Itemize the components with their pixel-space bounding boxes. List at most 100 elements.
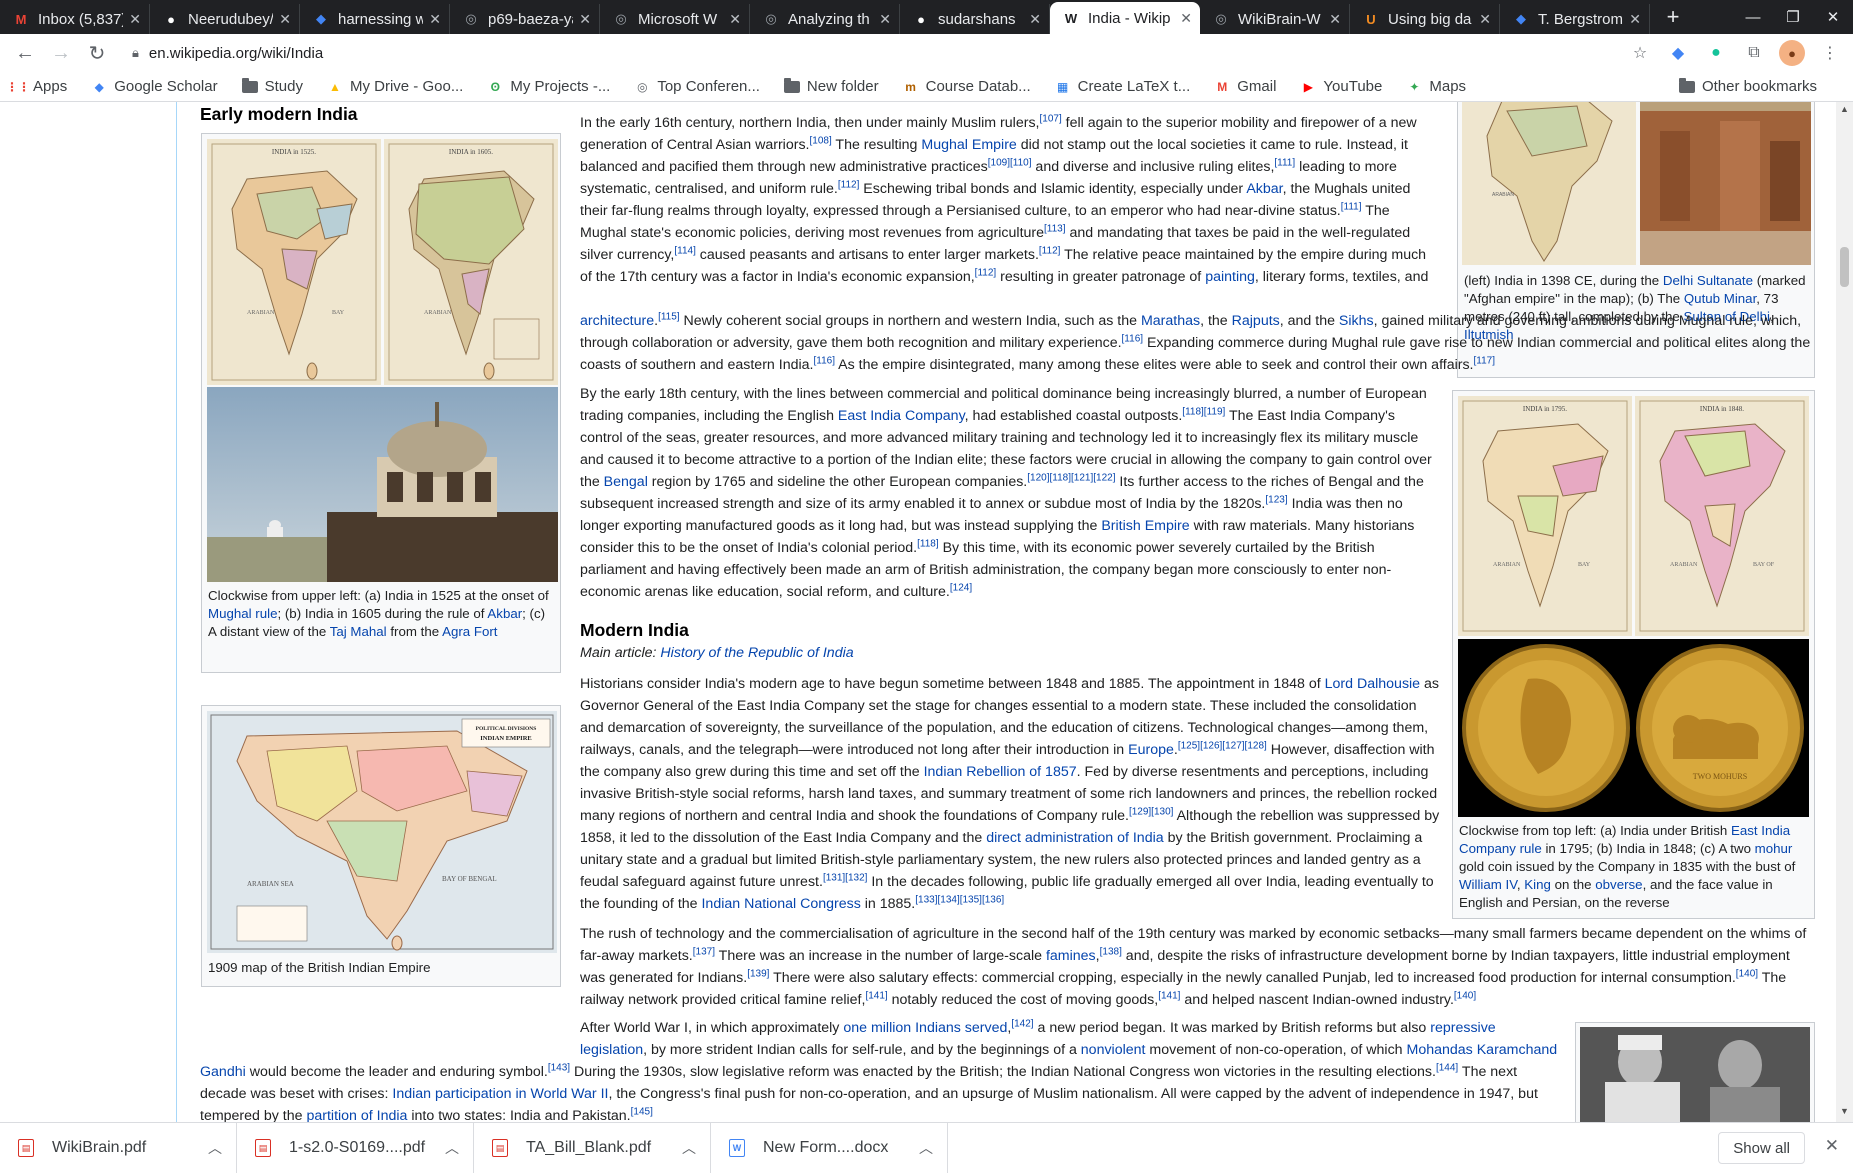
caption-link[interactable]: Akbar (487, 606, 522, 621)
map-india-1848[interactable]: INDIA in 1848. ARABIAN BAY OF (1635, 396, 1809, 636)
download-item[interactable]: W New Form....docx ︿ (711, 1123, 948, 1173)
caption-link[interactable]: mohur (1755, 841, 1793, 856)
profile-avatar[interactable]: ● (1779, 40, 1805, 66)
bookmark-item[interactable]: Study (241, 77, 303, 95)
caption-link[interactable]: Qutub Minar (1684, 291, 1756, 306)
extensions-puzzle-icon[interactable]: ⧉ (1741, 40, 1767, 66)
bookmark-item[interactable]: ✦ Maps (1406, 78, 1466, 95)
photo-two-mohur-coin[interactable]: TWO MOHURS (1458, 639, 1809, 817)
tab-close-icon[interactable]: ✕ (1629, 11, 1641, 28)
tab-close-icon[interactable]: ✕ (1329, 11, 1341, 28)
minimize-icon[interactable]: — (1733, 0, 1773, 34)
map-india-1795[interactable]: INDIA in 1795. ARABIAN BAY (1458, 396, 1632, 636)
tab-close-icon[interactable]: ✕ (1029, 11, 1041, 28)
download-item[interactable]: ▤ TA_Bill_Blank.pdf ︿ (474, 1123, 711, 1173)
chevron-up-icon[interactable]: ︿ (208, 1138, 222, 1158)
browser-tab[interactable]: ● Neerudubey/ ✕ (150, 4, 300, 34)
other-bookmarks[interactable]: Other bookmarks (1678, 77, 1817, 95)
caption-link[interactable]: Delhi Sultanate (1663, 273, 1753, 288)
link-lord-dalhousie[interactable]: Lord Dalhousie (1325, 676, 1420, 692)
link-indian-rebellion-1857[interactable]: Indian Rebellion of 1857 (924, 764, 1077, 780)
link-mughal-empire[interactable]: Mughal Empire (921, 137, 1016, 153)
map-india-1605[interactable]: INDIA in 1605. ARABIAN (384, 139, 558, 385)
tab-close-icon[interactable]: ✕ (279, 11, 291, 28)
caption-link[interactable]: obverse (1595, 877, 1642, 892)
link-indian-national-congress[interactable]: Indian National Congress (701, 896, 860, 912)
browser-tab[interactable]: ◎ p69-baeza-ya ✕ (450, 4, 600, 34)
link-bengal[interactable]: Bengal (604, 474, 648, 490)
map-british-indian-empire-1909[interactable]: POLITICAL DIVISIONS INDIAN EMPIRE ARABIA… (207, 711, 557, 953)
link-mohandas-karamchand[interactable]: Mohandas Karamchand (1407, 1042, 1558, 1058)
download-item[interactable]: ▤ WikiBrain.pdf ︿ (0, 1123, 237, 1173)
link-marathas[interactable]: Marathas (1141, 313, 1200, 329)
browser-tab[interactable]: ◎ WikiBrain-W ✕ (1200, 4, 1350, 34)
address-bar[interactable]: 🔒︎ en.wikipedia.org/wiki/India (118, 38, 1617, 68)
page-scrollbar[interactable]: ▲ ▼ (1836, 102, 1853, 1122)
tab-close-icon[interactable]: ✕ (429, 11, 441, 28)
link-one-million-indians[interactable]: one million Indians served (843, 1020, 1007, 1036)
photo-qutub-minar-ruins[interactable] (1640, 102, 1811, 265)
browser-tab[interactable]: U Using big da ✕ (1350, 4, 1500, 34)
browser-tab[interactable]: M Inbox (5,837) ✕ (0, 4, 150, 34)
caption-link[interactable]: Mughal rule (208, 606, 277, 621)
new-tab-button[interactable]: + (1658, 2, 1688, 32)
link-sikhs[interactable]: Sikhs (1339, 313, 1374, 329)
close-window-icon[interactable]: ✕ (1813, 0, 1853, 34)
lock-icon[interactable]: 🔒︎ (132, 45, 139, 61)
link-europe[interactable]: Europe (1128, 742, 1174, 758)
close-shelf-icon[interactable]: ✕ (1825, 1136, 1839, 1156)
browser-tab[interactable]: ◆ T. Bergstrom ✕ (1500, 4, 1650, 34)
link-rajputs[interactable]: Rajputs (1232, 313, 1280, 329)
scroll-up-icon[interactable]: ▲ (1836, 104, 1853, 118)
extension-scholar-icon[interactable]: ◆ (1665, 40, 1691, 66)
tab-close-icon[interactable]: ✕ (1479, 11, 1491, 28)
bookmark-item[interactable]: ▶ YouTube (1300, 78, 1383, 95)
browser-tab[interactable]: ◆ harnessing w ✕ (300, 4, 450, 34)
chevron-up-icon[interactable]: ︿ (919, 1138, 933, 1158)
bookmark-item[interactable]: M Gmail (1214, 78, 1276, 95)
extension-grammarly-icon[interactable]: ● (1703, 40, 1729, 66)
link-direct-administration[interactable]: direct administration of India (986, 830, 1163, 846)
bookmark-item[interactable]: ◎ Top Conferen... (634, 78, 760, 95)
link-repressive-legislation[interactable]: repressive legislation (580, 1020, 1496, 1058)
link-famines[interactable]: famines (1046, 948, 1096, 964)
browser-tab[interactable]: ● sudarshans ✕ (900, 4, 1050, 34)
bookmark-item[interactable]: ▦ Create LaTeX t... (1055, 78, 1190, 95)
bookmark-item[interactable]: New folder (783, 77, 879, 95)
link-architecture[interactable]: architecture (580, 313, 654, 329)
show-all-button[interactable]: Show all (1718, 1132, 1805, 1164)
tab-close-icon[interactable]: ✕ (729, 11, 741, 28)
tab-close-icon[interactable]: ✕ (129, 11, 141, 28)
caption-link[interactable]: King (1524, 877, 1551, 892)
bookmark-star-icon[interactable]: ☆ (1627, 40, 1653, 66)
back-arrow-icon[interactable]: ← (10, 38, 40, 68)
chevron-up-icon[interactable]: ︿ (445, 1138, 459, 1158)
restore-icon[interactable]: ❐ (1773, 0, 1813, 34)
forward-arrow-icon[interactable]: → (46, 38, 76, 68)
chevron-up-icon[interactable]: ︿ (682, 1138, 696, 1158)
menu-kebab-icon[interactable]: ⋮ (1817, 40, 1843, 66)
link-british-empire[interactable]: British Empire (1101, 518, 1189, 534)
browser-tab[interactable]: ◎ Analyzing th ✕ (750, 4, 900, 34)
link-painting[interactable]: painting (1205, 269, 1255, 285)
link-east-india-company[interactable]: East India Company (838, 408, 965, 424)
scrollbar-thumb[interactable] (1840, 247, 1849, 287)
link-akbar[interactable]: Akbar (1246, 181, 1282, 197)
bookmark-item[interactable]: ▲ My Drive - Goo... (327, 78, 463, 95)
browser-tab[interactable]: W India - Wikip ✕ (1050, 2, 1200, 34)
caption-link[interactable]: Taj Mahal (330, 624, 387, 639)
caption-link[interactable]: William IV (1459, 877, 1517, 892)
bookmark-item[interactable]: ⋮⋮ Apps (6, 78, 67, 95)
caption-link[interactable]: Agra Fort (442, 624, 497, 639)
reload-icon[interactable]: ↻ (82, 38, 112, 68)
download-item[interactable]: ▤ 1-s2.0-S0169....pdf ︿ (237, 1123, 474, 1173)
link-india-ww2[interactable]: Indian participation in World War II (392, 1086, 608, 1102)
link-nonviolent[interactable]: nonviolent (1081, 1042, 1146, 1058)
scroll-down-icon[interactable]: ▼ (1836, 1106, 1853, 1120)
link-partition-of-india[interactable]: partition of India (306, 1108, 407, 1122)
browser-tab[interactable]: ◎ Microsoft W ✕ (600, 4, 750, 34)
bookmark-item[interactable]: m Course Datab... (903, 78, 1030, 95)
map-india-1398[interactable]: ARABIAN (1462, 102, 1636, 265)
tab-close-icon[interactable]: ✕ (879, 11, 891, 28)
link-history-republic-india[interactable]: History of the Republic of India (660, 645, 853, 661)
